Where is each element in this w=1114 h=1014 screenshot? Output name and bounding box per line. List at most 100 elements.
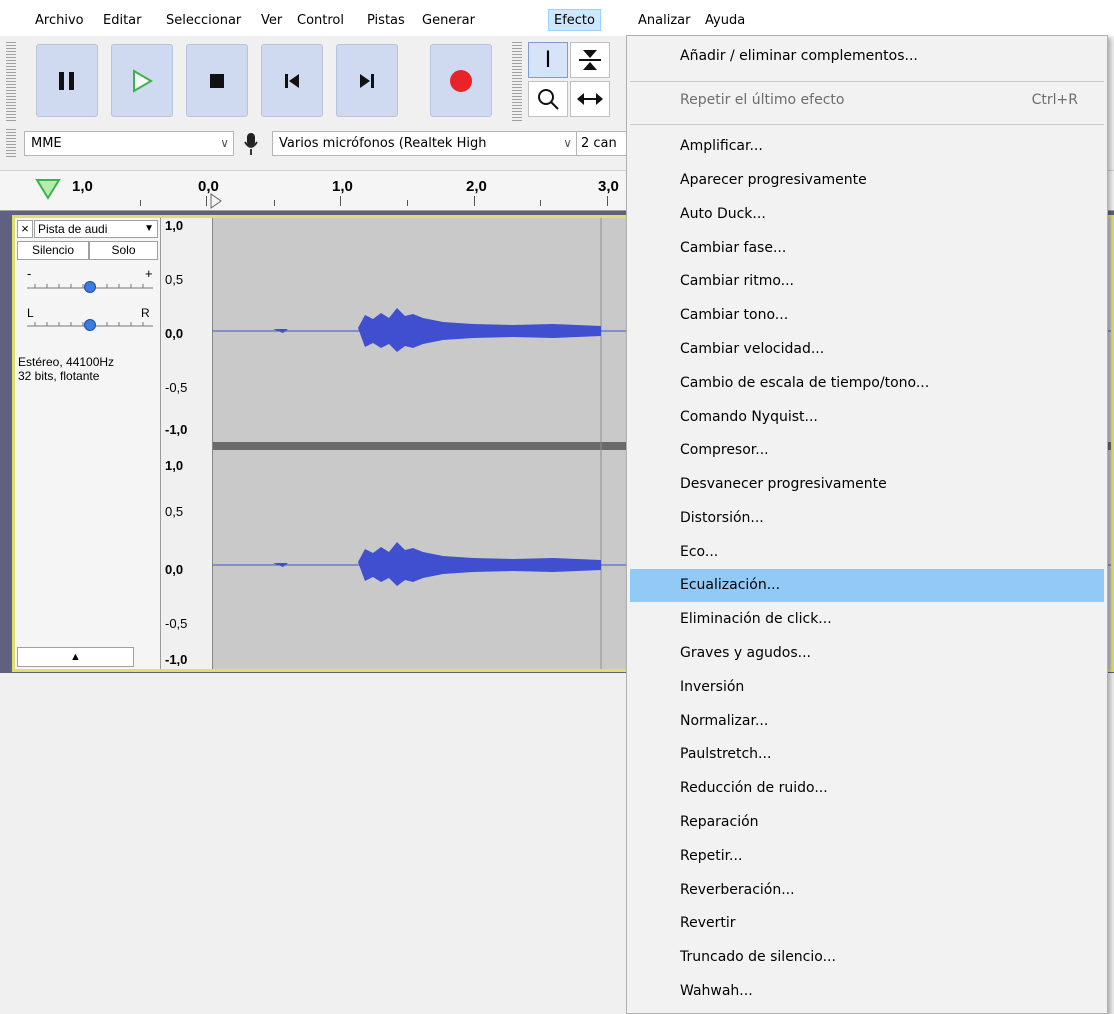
menu-item-cambiar-velocidad[interactable]: Cambiar velocidad... — [630, 333, 1104, 366]
menu-item-paulstretch[interactable]: Paulstretch... — [630, 738, 1104, 771]
mute-button[interactable]: Silencio — [17, 241, 89, 260]
menu-bar: Archivo Editar Seleccionar Ver Control P… — [0, 0, 1114, 36]
envelope-tool-icon — [579, 50, 601, 70]
pause-button[interactable] — [36, 44, 98, 117]
ruler-tick — [607, 196, 608, 206]
track-info: Estéreo, 44100Hz 32 bits, flotante — [18, 355, 114, 383]
scale-label: 1,0 — [165, 458, 184, 473]
ruler-tick — [474, 196, 475, 206]
skip-end-icon — [360, 73, 374, 88]
record-button[interactable] — [430, 44, 492, 117]
input-channels-value: 2 can — [581, 136, 617, 151]
menu-item-auto-duck[interactable]: Auto Duck... — [630, 198, 1104, 231]
menu-item-repetir[interactable]: Repetir... — [630, 840, 1104, 873]
play-button[interactable] — [111, 44, 173, 117]
menu-seleccionar[interactable]: Seleccionar — [161, 10, 246, 32]
menu-item-revertir[interactable]: Revertir — [630, 907, 1104, 940]
scale-label: 0,5 — [165, 504, 184, 519]
menu-item-comando-nyquist[interactable]: Comando Nyquist... — [630, 401, 1104, 434]
menu-item-amplificar[interactable]: Amplificar... — [630, 130, 1104, 163]
selection-tool[interactable]: I — [528, 42, 568, 78]
menu-item-cambio-escala-tiempo-tono[interactable]: Cambio de escala de tiempo/tono... — [630, 367, 1104, 400]
zoom-tool[interactable] — [528, 81, 568, 117]
skip-to-end-button[interactable] — [336, 44, 398, 117]
menu-item-shortcut: Ctrl+R — [1031, 92, 1078, 108]
collapse-track-button[interactable]: ▲ — [17, 647, 134, 667]
ruler-label: 3,0 — [598, 178, 619, 195]
stop-icon — [210, 73, 224, 88]
menu-item-eco[interactable]: Eco... — [630, 536, 1104, 569]
ruler-tick — [340, 196, 341, 206]
menu-item-cambiar-ritmo[interactable]: Cambiar ritmo... — [630, 265, 1104, 298]
gain-slider-thumb — [84, 281, 96, 293]
scale-label: -1,0 — [165, 652, 188, 667]
menu-item-ecualizacion[interactable]: Ecualización... — [630, 569, 1104, 602]
ruler-tick — [206, 196, 207, 206]
menu-item-normalizar[interactable]: Normalizar... — [630, 705, 1104, 738]
menu-item-inversion[interactable]: Inversión — [630, 671, 1104, 704]
collapse-arrow-icon: ▲ — [70, 651, 81, 663]
gain-slider[interactable] — [25, 278, 155, 296]
close-icon: × — [21, 221, 29, 236]
menu-archivo[interactable]: Archivo — [30, 10, 89, 32]
menu-item-aparecer-progresivamente[interactable]: Aparecer progresivamente — [630, 164, 1104, 197]
ruler-label: 2,0 — [466, 178, 487, 195]
menu-pistas[interactable]: Pistas — [362, 10, 410, 32]
menu-efecto[interactable]: Efecto — [548, 9, 601, 31]
menu-item-reduccion-de-ruido[interactable]: Reducción de ruido... — [630, 772, 1104, 805]
dropdown-arrow-icon: ▼ — [144, 223, 154, 234]
timeshift-tool[interactable] — [570, 81, 610, 117]
menu-analizar[interactable]: Analizar — [633, 10, 695, 32]
menu-item-reverberacion[interactable]: Reverberación... — [630, 874, 1104, 907]
menu-item-label: Repetir el último efecto — [680, 92, 845, 108]
menu-item-graves-y-agudos[interactable]: Graves y agudos... — [630, 637, 1104, 670]
menu-ayuda[interactable]: Ayuda — [700, 10, 750, 32]
menu-generar[interactable]: Generar — [417, 10, 480, 32]
menu-item-eliminacion-de-click[interactable]: Eliminación de click... — [630, 603, 1104, 636]
audio-host-select[interactable]: MME ∨ — [24, 131, 234, 156]
scale-label: 0,0 — [165, 562, 184, 577]
track-name-menu[interactable]: Pista de audi ▼ — [34, 220, 158, 238]
menu-control[interactable]: Control — [292, 10, 349, 32]
input-device-select[interactable]: Varios micrófonos (Realtek High ∨ — [272, 131, 577, 156]
ruler-tick — [274, 200, 275, 206]
zoom-tool-icon — [538, 89, 559, 110]
solo-button[interactable]: Solo — [89, 241, 158, 260]
skip-start-icon — [285, 73, 299, 88]
ruler-label: 1,0 — [332, 178, 353, 195]
selection-tool-icon: I — [544, 47, 552, 73]
envelope-tool[interactable] — [570, 42, 610, 78]
pan-slider-thumb — [84, 319, 96, 331]
ruler-tick — [407, 200, 408, 206]
close-track-button[interactable]: × — [17, 220, 33, 238]
record-icon — [450, 69, 472, 92]
tools-grip[interactable] — [512, 42, 522, 122]
menu-editar[interactable]: Editar — [98, 10, 147, 32]
menu-item-compresor[interactable]: Compresor... — [630, 434, 1104, 467]
play-head-icon[interactable] — [34, 177, 64, 201]
menu-separator — [630, 81, 1104, 82]
menu-item-wahwah[interactable]: Wahwah... — [630, 975, 1104, 1008]
chevron-down-icon: ∨ — [220, 136, 229, 150]
pan-slider[interactable] — [25, 316, 155, 334]
menu-item-repeat-last-effect: Repetir el último efecto Ctrl+R — [630, 84, 1104, 117]
scale-label: 0,5 — [165, 272, 184, 287]
stop-button[interactable] — [186, 44, 248, 117]
menu-item-cambiar-fase[interactable]: Cambiar fase... — [630, 232, 1104, 265]
ruler-label: 1,0 — [72, 178, 93, 195]
menu-item-cambiar-tono[interactable]: Cambiar tono... — [630, 299, 1104, 332]
skip-to-start-button[interactable] — [261, 44, 323, 117]
menu-item-desvanecer-progresivamente[interactable]: Desvanecer progresivamente — [630, 468, 1104, 501]
menu-item-add-remove-plugins[interactable]: Añadir / eliminar complementos... — [630, 40, 1104, 73]
menu-item-truncado-de-silencio[interactable]: Truncado de silencio... — [630, 941, 1104, 974]
track-control-panel: × Pista de audi ▼ Silencio Solo - + L R — [15, 218, 161, 669]
menu-item-reparacion[interactable]: Reparación — [630, 806, 1104, 839]
scale-label: 1,0 — [165, 218, 184, 233]
device-grip[interactable] — [6, 129, 16, 157]
menu-ver[interactable]: Ver — [256, 10, 287, 32]
microphone-icon — [244, 133, 258, 155]
scale-label: 0,0 — [165, 326, 184, 341]
toolbar-grip[interactable] — [6, 42, 16, 122]
menu-item-distorsion[interactable]: Distorsión... — [630, 502, 1104, 535]
audio-host-value: MME — [31, 136, 62, 151]
